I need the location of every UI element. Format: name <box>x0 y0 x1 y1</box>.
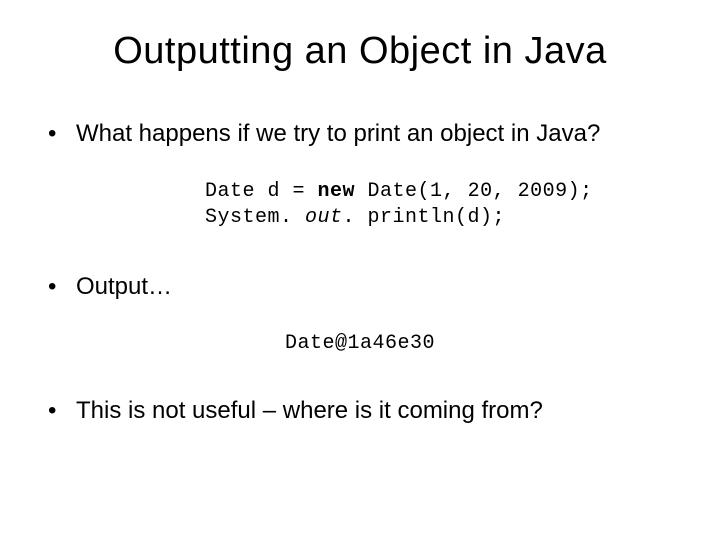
code-line-1: Date d = new Date(1, 20, 2009); <box>205 179 680 205</box>
code-line-2: System. out. println(d); <box>205 205 680 231</box>
bullet-item-question: What happens if we try to print an objec… <box>48 118 680 149</box>
code-text: . println(d); <box>343 206 506 229</box>
code-text: Date d = <box>205 180 318 203</box>
bullet-list-output: Output… <box>40 271 680 302</box>
code-text: System. <box>205 206 305 229</box>
output-block: Date@1a46e30 <box>40 332 680 355</box>
bullet-item-output: Output… <box>48 271 680 302</box>
code-italic-out: out <box>305 206 343 229</box>
code-block-declaration: Date d = new Date(1, 20, 2009); System. … <box>40 179 680 231</box>
code-text: Date(1, 20, 2009); <box>355 180 593 203</box>
bullet-item-conclusion: This is not useful – where is it coming … <box>48 395 680 426</box>
code-keyword-new: new <box>318 180 356 203</box>
bullet-list-conclusion: This is not useful – where is it coming … <box>40 395 680 426</box>
bullet-list: What happens if we try to print an objec… <box>40 118 680 149</box>
slide-title: Outputting an Object in Java <box>40 30 680 73</box>
